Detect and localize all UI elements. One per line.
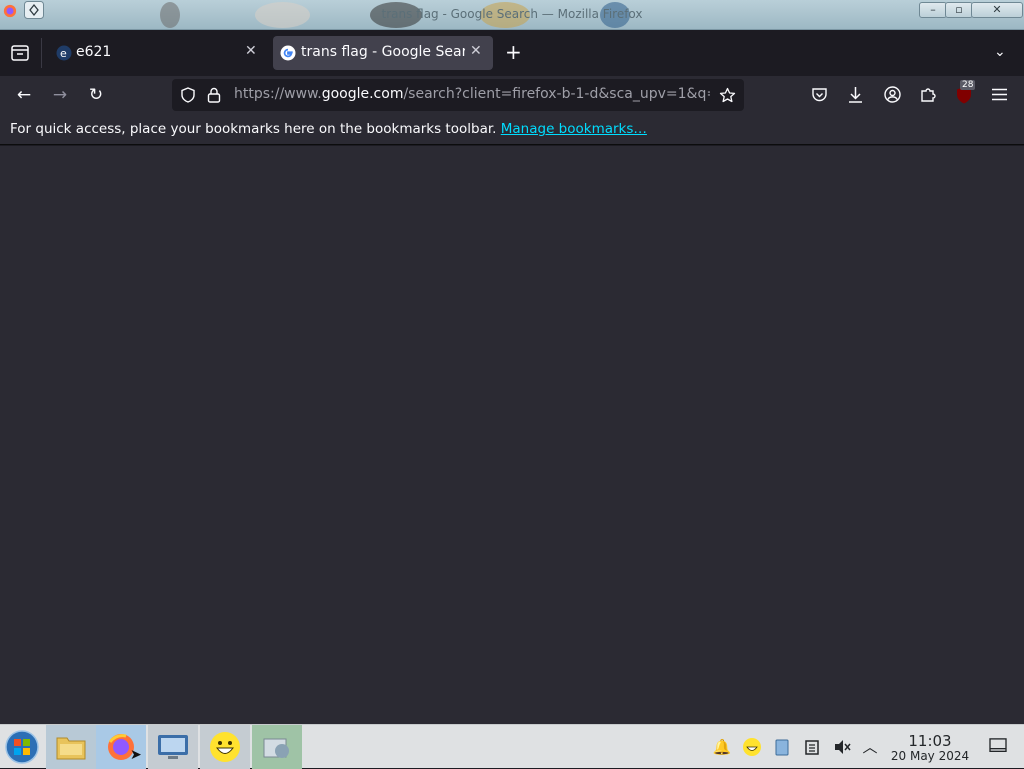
installer-icon: [263, 738, 289, 758]
tab-label: trans flag - Google Search: [301, 44, 465, 60]
tab-strip: e e621 ✕ trans flag - Google Search ✕ + …: [0, 30, 1024, 76]
forward-button[interactable]: →: [47, 82, 73, 108]
close-window-button[interactable]: ✕: [971, 2, 1023, 18]
e621-favicon-icon: e: [56, 45, 72, 61]
bookmarks-hint-text: For quick access, place your bookmarks h…: [10, 121, 497, 137]
tab-label: e621: [76, 44, 112, 60]
list-all-tabs-icon[interactable]: ⌄: [994, 44, 1006, 60]
clock-time: 11:03: [908, 732, 952, 750]
manage-bookmarks-link[interactable]: Manage bookmarks…: [501, 121, 647, 137]
window-title: trans flag - Google Search — Mozilla Fir…: [381, 7, 643, 21]
tab-e621[interactable]: e e621 ✕: [48, 36, 270, 70]
extensions-puzzle-icon[interactable]: [920, 86, 937, 103]
battery-storage-icon[interactable]: [802, 737, 822, 757]
bookmark-star-icon[interactable]: [719, 87, 736, 104]
ublock-extension-icon[interactable]: 28: [955, 80, 976, 105]
tab-google-search[interactable]: trans flag - Google Search ✕: [273, 36, 493, 70]
file-manager-icon: [56, 737, 86, 760]
pocket-icon[interactable]: [811, 87, 828, 103]
tracking-protection-shield-icon[interactable]: [180, 87, 196, 103]
bookmarks-toolbar: For quick access, place your bookmarks h…: [0, 114, 1024, 145]
taskbar-firefox[interactable]: ➤: [96, 725, 146, 769]
smiley-app-icon: [210, 732, 240, 762]
taskbar-file-manager[interactable]: [46, 725, 96, 769]
close-tab-icon[interactable]: ✕: [470, 43, 482, 59]
taskbar-smiley-app[interactable]: [200, 725, 250, 769]
new-tab-button[interactable]: +: [505, 40, 522, 64]
volume-muted-icon[interactable]: [832, 737, 852, 757]
tab-separator: [41, 38, 42, 68]
mouse-cursor-icon: ➤: [130, 747, 142, 763]
maximize-button[interactable]: ▫: [945, 2, 973, 18]
back-button[interactable]: ←: [11, 82, 37, 108]
show-desktop-icon[interactable]: [989, 738, 1007, 754]
account-icon[interactable]: [884, 86, 901, 103]
reload-button[interactable]: ↻: [83, 82, 109, 108]
clipboard-tray-icon[interactable]: [772, 737, 792, 757]
start-orb-icon: [5, 730, 39, 764]
minimize-button[interactable]: –: [919, 2, 947, 18]
navigation-toolbar: ← → ↻ https://www.google.com/search?clie…: [0, 76, 1024, 114]
start-button[interactable]: [0, 725, 44, 769]
google-g-icon: [280, 45, 296, 61]
url-text[interactable]: https://www.google.com/search?client=fir…: [234, 86, 710, 102]
network-app-icon: [158, 735, 188, 759]
taskbar: ➤ 🔔 ︿ 11:03 20 May 2024: [0, 724, 1024, 769]
url-bar[interactable]: https://www.google.com/search?client=fir…: [172, 79, 744, 111]
downloads-icon[interactable]: [847, 86, 864, 104]
taskbar-installer[interactable]: [252, 725, 302, 769]
notifications-bell-icon[interactable]: 🔔: [712, 737, 732, 757]
smiley-tray-icon[interactable]: [742, 737, 762, 757]
firefox-view-icon[interactable]: [11, 45, 29, 61]
svg-text:e: e: [60, 47, 67, 60]
show-hidden-icons-chevron-icon[interactable]: ︿: [860, 737, 880, 757]
system-clock[interactable]: 11:03 20 May 2024: [880, 733, 980, 763]
hamburger-menu-icon[interactable]: [992, 88, 1007, 101]
clock-date: 20 May 2024: [890, 749, 970, 763]
lock-icon[interactable]: [207, 87, 221, 103]
window-titlebar[interactable]: trans flag - Google Search — Mozilla Fir…: [0, 0, 1024, 30]
extension-badge: 28: [960, 80, 976, 90]
page-content-area[interactable]: [0, 146, 1024, 724]
taskbar-network-app[interactable]: [148, 725, 198, 769]
close-tab-icon[interactable]: ✕: [245, 43, 257, 59]
